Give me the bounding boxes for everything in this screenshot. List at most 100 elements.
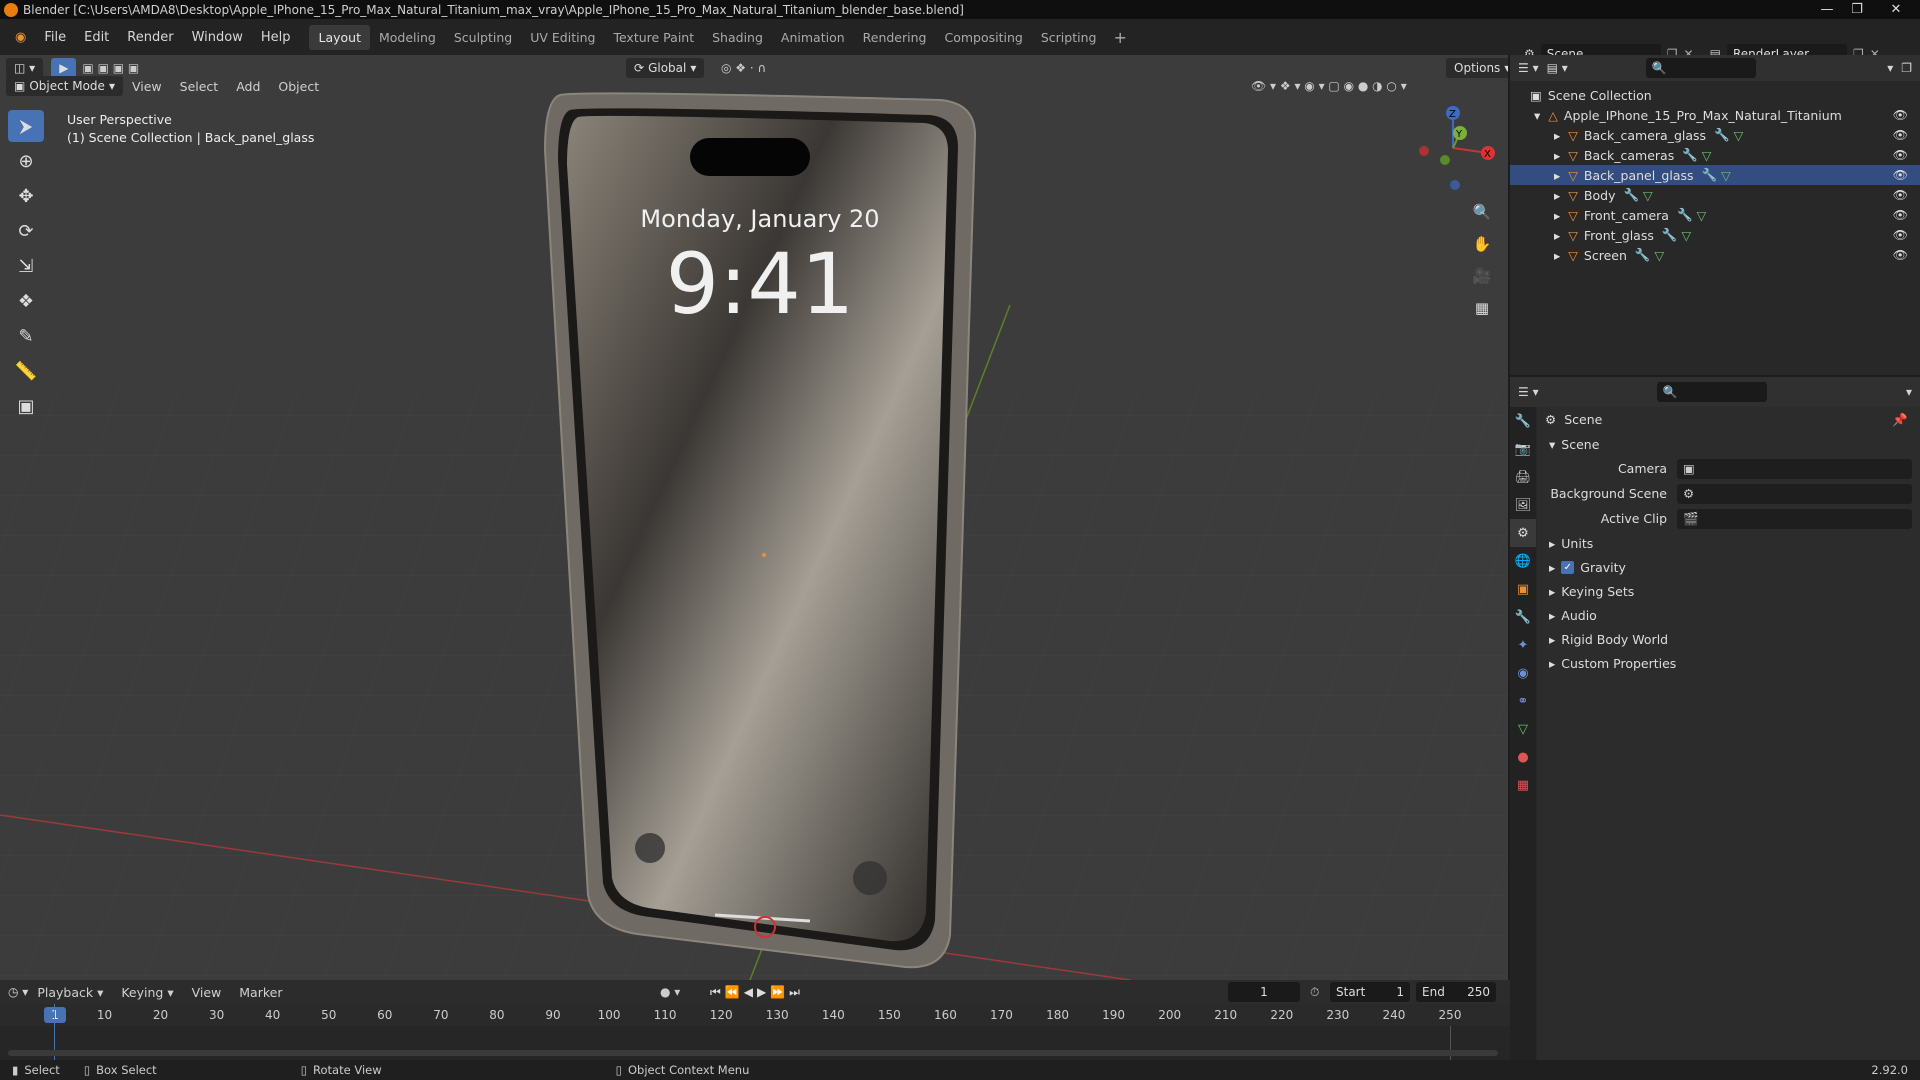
camera-field[interactable]: ▣ — [1677, 458, 1912, 479]
transform-tool-icon[interactable]: ❖ — [8, 285, 44, 317]
panel-units[interactable]: ▸ Units — [1537, 531, 1920, 555]
record-icon[interactable]: ● ▾ — [660, 985, 680, 999]
new-collection-icon[interactable]: ❐ — [1901, 61, 1912, 75]
ortho-toggle-icon[interactable]: ▦ — [1468, 294, 1496, 322]
viewport-menu-select[interactable]: Select — [171, 79, 228, 94]
expand-icon[interactable]: ▸ — [1554, 148, 1560, 163]
physics-tab-icon[interactable]: ◉ — [1510, 659, 1536, 687]
visibility-eye-icon[interactable]: 👁 — [1893, 208, 1908, 222]
outliner-row-collection[interactable]: ▾ △ Apple_IPhone_15_Pro_Max_Natural_Tita… — [1510, 105, 1920, 125]
modifier-tab-icon[interactable]: 🔧 — [1510, 603, 1536, 631]
add-workspace-button[interactable]: + — [1105, 28, 1134, 47]
blender-menu-icon[interactable]: ◉ — [6, 30, 35, 45]
outliner-row-object[interactable]: ▸ ▽ Body 🔧 ▽ 👁 — [1510, 185, 1920, 205]
visibility-eye-icon[interactable]: 👁 — [1893, 188, 1908, 202]
camera-view-icon[interactable]: 🎥 — [1468, 262, 1496, 290]
object-tab-icon[interactable]: ▣ — [1510, 575, 1536, 603]
tab-rendering[interactable]: Rendering — [854, 25, 936, 50]
output-tab-icon[interactable]: 🖨 — [1510, 463, 1536, 491]
playback-controls[interactable]: ⏮⏪◀▶⏩⏭ — [710, 985, 804, 1000]
outliner-row-object[interactable]: ▸ ▽ Front_camera 🔧 ▽ 👁 — [1510, 205, 1920, 225]
particles-tab-icon[interactable]: ✦ — [1510, 631, 1536, 659]
expand-icon[interactable]: ▸ — [1554, 208, 1560, 223]
viewport-menu-view[interactable]: View — [123, 79, 171, 94]
3d-viewport[interactable]: Monday, January 20 9:41 ◫ ▾ ▶ ▣ ▣ ▣ ▣ ⟳ G… — [0, 55, 1508, 980]
render-tab-icon[interactable]: 📷 — [1510, 435, 1536, 463]
pan-view-icon[interactable]: ✋ — [1468, 230, 1496, 258]
menu-file[interactable]: File — [35, 30, 75, 45]
material-tab-icon[interactable]: ● — [1510, 743, 1536, 771]
close-button[interactable]: ✕ — [1872, 0, 1920, 19]
viewport-menu-object[interactable]: Object — [269, 79, 328, 94]
viewport-menu-add[interactable]: Add — [227, 79, 269, 94]
navigation-gizmo[interactable]: Z X Y — [1408, 103, 1498, 193]
timeline-menu-keying[interactable]: Keying ▾ — [112, 985, 182, 1000]
timeline-scrollbar[interactable] — [8, 1050, 1498, 1056]
tab-scripting[interactable]: Scripting — [1032, 25, 1106, 50]
menu-edit[interactable]: Edit — [75, 30, 118, 45]
panel-gravity[interactable]: ▸ ✓ Gravity — [1537, 555, 1920, 579]
timeline-menu-playback[interactable]: Playback ▾ — [28, 985, 112, 1000]
move-tool-icon[interactable]: ✥ — [8, 180, 44, 212]
menu-window[interactable]: Window — [183, 30, 252, 45]
tab-animation[interactable]: Animation — [772, 25, 854, 50]
panel-rigid-body-world[interactable]: ▸ Rigid Body World — [1537, 627, 1920, 651]
timeline-editor-type-icon[interactable]: ◷ ▾ — [8, 985, 28, 999]
display-mode-icon[interactable]: ▤ ▾ — [1547, 61, 1568, 75]
minimize-button[interactable]: — — [1812, 0, 1842, 19]
timeline-ruler[interactable]: 1 10 20 30 40 50 60 70 80 90 100 110 120 130 140 150 16… — [0, 1004, 1510, 1026]
visibility-eye-icon[interactable]: 👁 — [1893, 228, 1908, 242]
texture-tab-icon[interactable]: ▦ — [1510, 771, 1536, 799]
constraints-tab-icon[interactable]: ⚭ — [1510, 687, 1536, 715]
scene-tab-icon[interactable]: ⚙ — [1510, 519, 1536, 547]
menu-help[interactable]: Help — [252, 30, 300, 45]
expand-icon[interactable]: ▸ — [1554, 228, 1560, 243]
properties-editor-type-icon[interactable]: ☰ ▾ — [1518, 385, 1539, 399]
current-frame-indicator[interactable]: 1 — [44, 1007, 66, 1023]
visibility-eye-icon[interactable]: 👁 — [1893, 128, 1908, 142]
outliner-row-object[interactable]: ▸ ▽ Back_camera_glass 🔧 ▽ 👁 — [1510, 125, 1920, 145]
visibility-eye-icon[interactable]: 👁 — [1893, 248, 1908, 262]
outliner-row-object[interactable]: ▸ ▽ Screen 🔧 ▽ 👁 — [1510, 245, 1920, 265]
tab-layout[interactable]: Layout — [309, 24, 370, 50]
expand-icon[interactable]: ▸ — [1554, 168, 1560, 183]
tool-tab-icon[interactable]: 🔧 — [1510, 407, 1536, 435]
active-clip-field[interactable]: 🎬 — [1677, 508, 1912, 529]
end-frame-field[interactable]: End 250 — [1416, 982, 1496, 1002]
measure-tool-icon[interactable]: 📏 — [8, 355, 44, 387]
expand-icon[interactable]: ▾ — [1534, 108, 1540, 123]
tab-sculpting[interactable]: Sculpting — [445, 25, 521, 50]
menu-render[interactable]: Render — [118, 30, 182, 45]
outliner-row-scene-collection[interactable]: ▣ Scene Collection — [1510, 85, 1920, 105]
zoom-view-icon[interactable]: 🔍 — [1468, 198, 1496, 226]
panel-custom-properties[interactable]: ▸ Custom Properties — [1537, 651, 1920, 675]
panel-audio[interactable]: ▸ Audio — [1537, 603, 1920, 627]
gravity-checkbox[interactable]: ✓ — [1561, 560, 1575, 574]
outliner-row-object-selected[interactable]: ▸ ▽ Back_panel_glass 🔧 ▽ 👁 — [1510, 165, 1920, 185]
expand-icon[interactable]: ▸ — [1554, 188, 1560, 203]
annotate-tool-icon[interactable]: ✎ — [8, 320, 44, 352]
tab-compositing[interactable]: Compositing — [935, 25, 1031, 50]
data-tab-icon[interactable]: ▽ — [1510, 715, 1536, 743]
timeline-menu-view[interactable]: View — [183, 985, 231, 1000]
visibility-eye-icon[interactable]: 👁 — [1893, 148, 1908, 162]
maximize-button[interactable]: ❐ — [1842, 0, 1872, 19]
expand-icon[interactable]: ▸ — [1554, 128, 1560, 143]
preview-range-icon[interactable]: ⏱ — [1310, 985, 1319, 1000]
start-frame-field[interactable]: Start 1 — [1330, 982, 1410, 1002]
world-tab-icon[interactable]: 🌐 — [1510, 547, 1536, 575]
expand-icon[interactable]: ▸ — [1554, 248, 1560, 263]
tab-modeling[interactable]: Modeling — [370, 25, 445, 50]
panel-keying-sets[interactable]: ▸ Keying Sets — [1537, 579, 1920, 603]
properties-search-input[interactable]: 🔍 — [1656, 382, 1767, 402]
view-layer-tab-icon[interactable]: 🖼 — [1510, 491, 1536, 519]
outliner-row-object[interactable]: ▸ ▽ Front_glass 🔧 ▽ 👁 — [1510, 225, 1920, 245]
visibility-eye-icon[interactable]: 👁 — [1893, 108, 1908, 122]
rotate-tool-icon[interactable]: ⟳ — [8, 215, 44, 247]
pin-icon[interactable]: 📌 — [1892, 412, 1908, 428]
outliner-search-input[interactable]: 🔍 — [1645, 58, 1756, 78]
tab-texture-paint[interactable]: Texture Paint — [604, 25, 703, 50]
background-scene-field[interactable]: ⚙ — [1677, 483, 1912, 504]
outliner-editor-type-icon[interactable]: ☰ ▾ — [1518, 61, 1539, 75]
properties-options-icon[interactable]: ▾ — [1906, 385, 1912, 399]
